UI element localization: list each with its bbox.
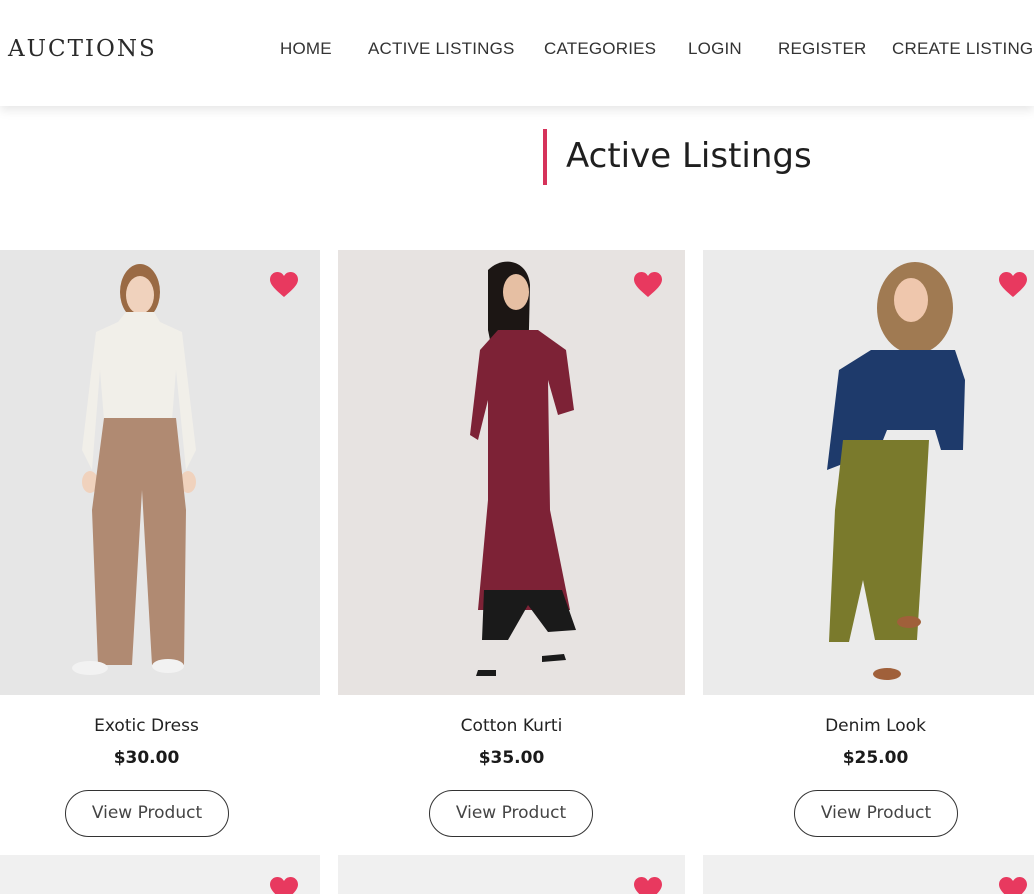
listing-card [338, 855, 685, 894]
view-product-button[interactable]: View Product [429, 790, 593, 837]
product-price: $35.00 [478, 748, 545, 768]
favorite-heart-icon[interactable] [270, 272, 300, 299]
product-price: $30.00 [113, 748, 180, 768]
site-header: AUCTIONS HOME ACTIVE LISTINGS CATEGORIES… [0, 0, 1034, 106]
favorite-heart-icon[interactable] [270, 877, 300, 894]
nav-active-listings[interactable]: ACTIVE LISTINGS [368, 39, 515, 59]
product-name: Cotton Kurti [460, 716, 563, 736]
title-accent-bar [543, 129, 547, 185]
product-image[interactable] [703, 250, 1034, 695]
listing-card: Exotic Dress $30.00 View Product [0, 250, 320, 850]
favorite-heart-icon[interactable] [634, 272, 664, 299]
product-name: Exotic Dress [94, 716, 199, 736]
listing-card: Denim Look $25.00 View Product [703, 250, 1034, 850]
product-image[interactable] [703, 855, 1034, 894]
nav-login[interactable]: LOGIN [688, 39, 742, 59]
main-nav: HOME ACTIVE LISTINGS CATEGORIES LOGIN RE… [0, 39, 1034, 61]
nav-categories[interactable]: CATEGORIES [544, 39, 656, 59]
view-product-button[interactable]: View Product [794, 790, 958, 837]
nav-home[interactable]: HOME [280, 39, 332, 59]
product-image[interactable] [338, 855, 685, 894]
product-image[interactable] [0, 250, 320, 695]
view-product-button[interactable]: View Product [65, 790, 229, 837]
product-image[interactable] [338, 250, 685, 695]
product-name: Denim Look [825, 716, 926, 736]
favorite-heart-icon[interactable] [634, 877, 664, 894]
nav-register[interactable]: REGISTER [778, 39, 867, 59]
listing-card: Cotton Kurti $35.00 View Product [338, 250, 685, 850]
nav-create-listing[interactable]: CREATE LISTING [892, 39, 1033, 59]
listing-card [703, 855, 1034, 894]
listing-card [0, 855, 320, 894]
product-price: $25.00 [842, 748, 909, 768]
page-title: Active Listings [566, 136, 812, 176]
favorite-heart-icon[interactable] [999, 877, 1029, 894]
favorite-heart-icon[interactable] [999, 272, 1029, 299]
